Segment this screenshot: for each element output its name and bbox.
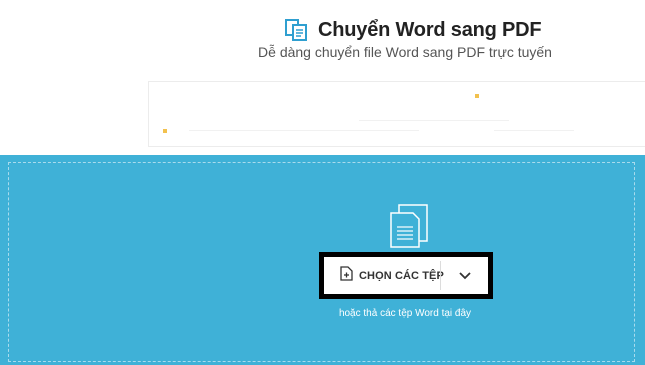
page-title: Chuyển Word sang PDF bbox=[318, 18, 542, 41]
pdf-files-icon bbox=[284, 18, 308, 42]
page: Chuyển Word sang PDF Dễ dàng chuyển file… bbox=[0, 0, 645, 365]
choose-files-button[interactable]: CHỌN CÁC TỆP bbox=[324, 257, 444, 294]
header: Chuyển Word sang PDF Dễ dàng chuyển file… bbox=[0, 0, 645, 152]
page-subtitle: Dễ dàng chuyển file Word sang PDF trực t… bbox=[258, 44, 552, 60]
choose-files-label: CHỌN CÁC TỆP bbox=[359, 269, 444, 282]
drop-hint: hoặc thả các tệp Word tại đây bbox=[338, 308, 472, 319]
upload-source-dropdown-button[interactable] bbox=[441, 257, 488, 294]
choose-files-control: CHỌN CÁC TỆP bbox=[324, 257, 488, 294]
choose-files-group: CHỌN CÁC TỆP bbox=[319, 252, 493, 299]
ad-decoration bbox=[163, 129, 167, 133]
title-row: Chuyển Word sang PDF bbox=[284, 16, 542, 44]
chevron-down-icon bbox=[458, 267, 471, 285]
add-file-icon bbox=[340, 265, 353, 286]
files-icon bbox=[387, 203, 433, 249]
ad-decoration bbox=[475, 94, 479, 98]
ad-decoration bbox=[189, 130, 419, 131]
file-dropzone[interactable]: CHỌN CÁC TỆP hoặc thả các tệp Word tại đ… bbox=[0, 155, 645, 365]
ad-decoration bbox=[494, 130, 574, 131]
ad-banner bbox=[148, 81, 645, 147]
ad-decoration bbox=[359, 120, 509, 121]
